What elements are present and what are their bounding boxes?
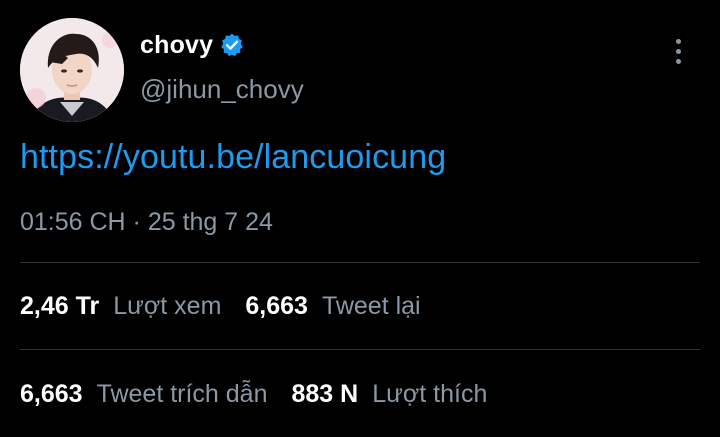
- views-stat: 2,46 Tr Lượt xem: [20, 292, 221, 321]
- retweets-stat[interactable]: 6,663 Tweet lại: [245, 292, 420, 321]
- user-handle[interactable]: @jihun_chovy: [140, 74, 304, 105]
- divider: [20, 262, 700, 263]
- more-vertical-icon: [675, 38, 681, 44]
- retweets-label: Tweet lại: [321, 292, 421, 320]
- divider: [20, 349, 700, 350]
- quotes-label: Tweet trích dẫn: [96, 380, 268, 408]
- tweet-detail: chovy @jihun_chovy https://youtu.be/lanc…: [0, 0, 720, 437]
- avatar[interactable]: [20, 18, 124, 122]
- quotes-count: 6,663: [20, 380, 83, 408]
- quotes-stat[interactable]: 6,663 Tweet trích dẫn: [20, 380, 268, 409]
- display-name[interactable]: chovy: [140, 31, 213, 60]
- stats-row-quotes-likes: 6,663 Tweet trích dẫn 883 N Lượt thích: [20, 380, 511, 409]
- avatar-image: [20, 18, 124, 122]
- stats-row-views-retweets: 2,46 Tr Lượt xem 6,663 Tweet lại: [20, 292, 445, 321]
- likes-label: Lượt thích: [372, 380, 488, 408]
- more-options-button[interactable]: [664, 34, 692, 68]
- user-name-row: chovy: [140, 27, 245, 63]
- more-dot: [675, 58, 681, 64]
- retweets-count: 6,663: [245, 292, 308, 320]
- views-count: 2,46 Tr: [20, 292, 100, 320]
- more-dot: [675, 48, 681, 54]
- views-label: Lượt xem: [113, 292, 222, 320]
- likes-stat[interactable]: 883 N Lượt thích: [292, 380, 488, 409]
- tweet-timestamp[interactable]: 01:56 CH · 25 thg 7 24: [20, 208, 273, 237]
- verified-badge-icon: [219, 32, 245, 58]
- tweet-link[interactable]: https://youtu.be/lancuoicung: [20, 138, 446, 177]
- likes-count: 883 N: [291, 380, 359, 408]
